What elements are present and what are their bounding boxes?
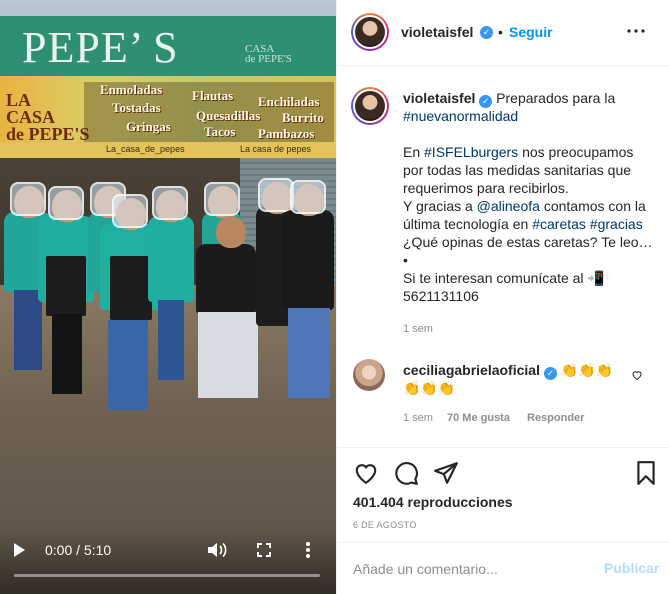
- follow-button[interactable]: Seguir: [509, 24, 553, 40]
- add-comment-section: Publicar: [337, 542, 669, 594]
- caption-author-avatar[interactable]: [351, 87, 389, 125]
- caption-phone: 5621131106: [403, 288, 479, 304]
- reply-button[interactable]: Responder: [527, 412, 584, 424]
- comment-like-heart-icon[interactable]: [631, 369, 643, 381]
- views-count[interactable]: 401.404 reproducciones: [353, 494, 513, 510]
- commenter-avatar[interactable]: [353, 359, 385, 391]
- banner-handle: La_casa_de_pepes: [106, 144, 185, 154]
- caption-text: En: [403, 144, 425, 160]
- menu-item: Flautas: [192, 88, 234, 103]
- hashtag-link[interactable]: #ISFELburgers: [424, 144, 518, 160]
- mention-link[interactable]: @alineofa: [477, 198, 540, 214]
- post-date[interactable]: 6 DE AGOSTO: [353, 520, 417, 530]
- play-icon[interactable]: [14, 543, 25, 557]
- hashtag-link[interactable]: #nuevanormalidad: [403, 108, 518, 124]
- caption-time-ago[interactable]: 1 sem: [403, 323, 433, 335]
- caption-text: nos preocupamos: [518, 144, 634, 160]
- verified-icon: ✓: [543, 367, 557, 380]
- more-vertical-icon[interactable]: [305, 541, 311, 559]
- menu-item: Quesadillas: [196, 108, 261, 123]
- caption-text: requerimos para recibirlos.: [403, 180, 569, 196]
- verified-icon: ✓: [480, 26, 493, 39]
- heart-icon[interactable]: [353, 460, 379, 486]
- options-icon[interactable]: [627, 29, 645, 33]
- menu-item: Pambazos: [258, 126, 315, 141]
- comment-input[interactable]: [353, 559, 593, 579]
- hashtag-link[interactable]: #caretas: [532, 216, 586, 232]
- comment-body: ceciliagabrielaoficial ✓ 👏👏👏 👏👏👏: [403, 361, 623, 397]
- comments-scroll-area[interactable]: violetaisfel ✓ Preparados para la #nueva…: [337, 67, 669, 447]
- post-video[interactable]: PEPE’ S CASA de PEPE'S LA CASA de PEPE'S…: [0, 0, 336, 594]
- video-progress-bar[interactable]: [14, 574, 320, 577]
- comment-icon[interactable]: [393, 460, 419, 486]
- caption-text: contamos con la: [539, 198, 646, 214]
- post-header: violetaisfel ✓ • Seguir: [337, 0, 669, 66]
- caption-text: Y gracias a: [403, 198, 477, 214]
- restaurant-sign-logo: CASA de PEPE'S: [245, 43, 292, 65]
- fullscreen-icon[interactable]: [257, 543, 271, 557]
- volume-icon[interactable]: [207, 542, 227, 558]
- caption-text: Si te interesan comunícate al 📲: [403, 270, 605, 286]
- caption-text: ¿Qué opinas de estas caretas? Te leo…: [403, 234, 653, 250]
- separator-dot: •: [498, 24, 503, 40]
- video-controls: 0:00 / 5:10: [0, 535, 336, 565]
- commenter-username[interactable]: ceciliagabrielaoficial: [403, 362, 540, 378]
- comment-text: 👏👏👏: [560, 362, 614, 378]
- menu-item: Burrito: [282, 110, 324, 125]
- share-icon[interactable]: [433, 460, 459, 486]
- comment-likes-count[interactable]: 70 Me gusta: [447, 412, 510, 424]
- post-actions: 401.404 reproducciones 6 DE AGOSTO: [337, 447, 669, 542]
- hashtag-link[interactable]: #gracias: [590, 216, 643, 232]
- publish-button[interactable]: Publicar: [604, 560, 659, 576]
- menu-item: Tostadas: [112, 100, 161, 115]
- banner-handle: La casa de pepes: [240, 144, 312, 154]
- bookmark-icon[interactable]: [633, 460, 659, 486]
- comment-text: 👏👏👏: [403, 380, 456, 396]
- author-username[interactable]: violetaisfel: [401, 24, 473, 40]
- post-caption: violetaisfel ✓ Preparados para la #nueva…: [403, 89, 653, 305]
- menu-item: Gringas: [126, 119, 171, 134]
- caption-text: Preparados para la: [496, 90, 616, 106]
- restaurant-sign-text: PEPE’ S: [22, 23, 179, 72]
- comment-time-ago[interactable]: 1 sem: [403, 412, 433, 424]
- caption-bullet: •: [403, 252, 408, 268]
- post-side-panel: violetaisfel ✓ • Seguir violetaisfel ✓ P…: [336, 0, 669, 594]
- menu-item: Enchiladas: [258, 94, 320, 109]
- caption-text: última tecnología en: [403, 216, 533, 232]
- menu-item: Enmoladas: [100, 82, 163, 97]
- caption-username[interactable]: violetaisfel: [403, 90, 475, 106]
- author-avatar[interactable]: [351, 13, 389, 51]
- menu-item: Tacos: [204, 124, 236, 139]
- video-time: 0:00 / 5:10: [45, 542, 112, 558]
- caption-text: por todas las medidas sanitarias que: [403, 162, 632, 178]
